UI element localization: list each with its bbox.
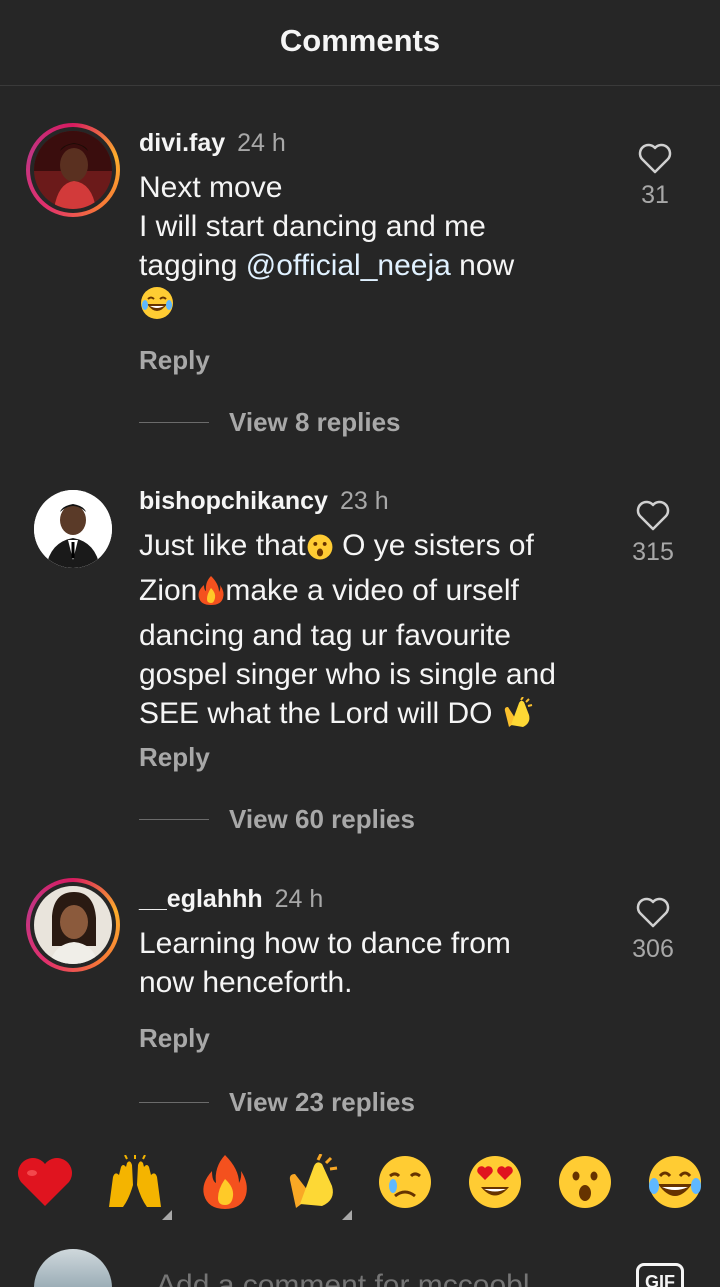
heart-outline-icon [636, 897, 670, 928]
avatar[interactable] [34, 490, 112, 568]
comment-time: 23 h [339, 487, 389, 515]
comment-text: Learning how to dance from now hencefort… [139, 927, 511, 999]
heart-eyes-face-emoji-icon[interactable] [463, 1150, 527, 1214]
fire-emoji [197, 574, 225, 616]
divider-line [139, 422, 209, 423]
divider-line [139, 819, 209, 820]
reply-button[interactable]: Reply [139, 345, 210, 376]
avatar[interactable] [26, 123, 120, 217]
gif-button[interactable]: GIF [636, 1263, 684, 1287]
skin-tone-indicator-icon [162, 1210, 172, 1220]
heart-outline-icon [638, 143, 672, 174]
surprised-face-emoji-icon[interactable] [553, 1150, 617, 1214]
like-count: 315 [632, 538, 674, 566]
user-avatar-image [34, 131, 112, 209]
comment-text: Next move I will start dancing and me ta… [139, 168, 609, 331]
avatar[interactable] [26, 878, 120, 972]
clapping-hands-emoji-icon[interactable] [283, 1150, 347, 1214]
comment-username[interactable]: bishopchikancy [139, 487, 328, 515]
clapping-hands-emoji [501, 696, 537, 739]
like-count: 306 [632, 935, 674, 963]
heart-outline-icon [636, 500, 670, 531]
like-button[interactable]: 315 [618, 500, 688, 567]
comment-username[interactable]: divi.fay [139, 129, 225, 157]
comment-text: Just like that O ye sisters of Zion make … [139, 526, 619, 739]
user-avatar-image [34, 490, 112, 568]
like-count: 31 [641, 181, 669, 209]
page-title: Comments [279, 22, 441, 58]
like-button[interactable]: 306 [618, 897, 688, 964]
quick-reaction-bar [0, 1150, 720, 1220]
fire-emoji-icon[interactable] [193, 1150, 257, 1214]
reply-button[interactable]: Reply [139, 742, 210, 773]
laughing-tears-face-emoji-icon[interactable] [643, 1150, 707, 1214]
skin-tone-indicator-icon [342, 1210, 352, 1220]
comment-time: 24 h [274, 885, 324, 913]
laughing-tears-emoji [139, 285, 175, 331]
view-replies-button[interactable]: View 23 replies [139, 1087, 415, 1118]
like-button[interactable]: 31 [620, 143, 690, 210]
comment-time: 24 h [237, 129, 286, 157]
red-heart-emoji-icon[interactable] [13, 1150, 77, 1214]
user-avatar-image [34, 886, 112, 964]
reply-button[interactable]: Reply [139, 1023, 210, 1054]
mention-link[interactable]: @official_neeja [246, 249, 451, 282]
view-replies-button[interactable]: View 60 replies [139, 804, 415, 835]
comments-screen: Comments divi.fay 24 h Next move I will … [0, 0, 720, 1287]
crying-face-emoji-icon[interactable] [373, 1150, 437, 1214]
comment-composer: GIF [0, 1235, 720, 1287]
raising-hands-emoji-icon[interactable] [103, 1150, 167, 1214]
view-replies-button[interactable]: View 8 replies [139, 407, 401, 438]
surprised-face-emoji [306, 532, 334, 571]
comment-username[interactable]: __eglahhh [139, 885, 263, 913]
current-user-avatar [34, 1249, 112, 1287]
divider-line [139, 1102, 209, 1103]
header: Comments [0, 0, 720, 86]
comment-input[interactable] [156, 1269, 596, 1287]
